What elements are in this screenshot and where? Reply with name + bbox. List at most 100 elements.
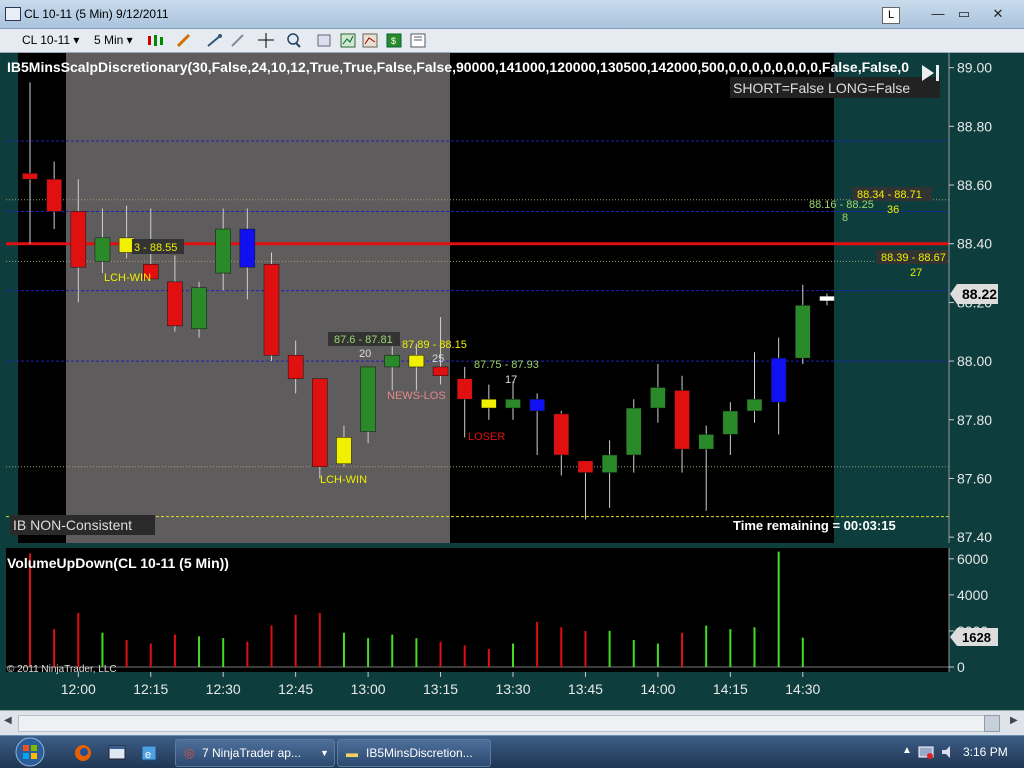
chart-app-icon [5,7,21,21]
candle-body [360,366,376,432]
instrument-selector[interactable]: CL 10-11 ▾ [22,32,79,49]
price-tick-label: 87.60 [957,470,992,486]
market-analyzer-icon[interactable]: $ [386,33,402,48]
crosshair-icon[interactable] [258,33,280,48]
tray-expand-icon[interactable]: ▲ [902,745,912,756]
price-tick-label: 88.00 [957,353,992,369]
chart-style-icon[interactable] [146,33,168,48]
taskbar-folder-button[interactable]: ▬ IB5MinsDiscretion... [337,739,491,767]
volume-tray-icon[interactable] [940,744,956,760]
zoom-icon[interactable] [286,33,302,48]
lock-button[interactable]: L [882,7,900,24]
trade-result-label: LOSER [468,431,505,443]
price-tick-label: 87.80 [957,412,992,428]
time-tick-label: 13:15 [423,681,458,697]
volume-indicator-label: VolumeUpDown(CL 10-11 (5 Min)) [7,555,229,571]
strategies-icon[interactable] [362,33,378,48]
drawing-tool-icon[interactable] [206,33,226,48]
annotation-count: 27 [910,267,922,279]
time-tick-label: 12:00 [61,681,96,697]
volume-tick-label: 0 [957,659,965,675]
ib-status-label: IB NON-Consistent [13,517,132,533]
time-remaining: Time remaining = 00:03:15 [733,518,896,533]
annotation-count: 25 [432,353,444,365]
annotation-count: 36 [887,204,899,216]
time-tick-label: 13:45 [568,681,603,697]
interval-selector[interactable]: 5 Min ▾ [94,32,133,49]
candle-body [408,354,425,368]
scroll-left-icon[interactable]: ◀ [4,715,12,726]
firefox-icon[interactable] [74,744,92,762]
session-shade-right [834,53,949,543]
ninjatrader-icon: ◎ [184,746,195,760]
trade-result-label: NEWS-LOS [387,390,446,402]
candle-body [456,378,473,400]
price-tick-label: 89.00 [957,60,992,76]
chevron-down-icon: ▼ [320,748,329,758]
copyright-label: © 2011 NinjaTrader, LLC [7,664,117,675]
draw-pencil-icon[interactable] [176,33,198,48]
time-tick-label: 12:45 [278,681,313,697]
candle-body [312,378,328,467]
scroll-thumb[interactable] [984,715,1000,732]
network-tray-icon[interactable] [918,744,934,760]
annotation-text: 87.75 - 87.93 [474,359,539,371]
volume-tick-label: 4000 [957,587,988,603]
maximize-button[interactable]: ▭ [950,4,978,24]
candle-body [287,354,304,379]
candle-body [795,305,811,359]
window-titlebar: CL 10-11 (5 Min) 9/12/2011 L — ▭ ✕ [0,0,1024,29]
price-tick-label: 88.40 [957,236,992,252]
price-tick-label: 87.40 [957,529,992,545]
candle-body [722,410,739,435]
minimize-button[interactable]: — [924,4,952,24]
taskbar-clock[interactable]: 3:16 PM [963,745,1008,759]
candle-body [770,357,787,403]
time-tick-label: 13:00 [351,681,386,697]
scroll-right-icon[interactable]: ▶ [1010,715,1018,726]
scroll-track[interactable] [18,715,1000,732]
candle-body [94,237,111,262]
data-box-icon[interactable] [410,33,426,48]
annotation-count: 17 [505,374,517,386]
candle-body [505,398,521,409]
time-axis-ticks: 12:00 12:15 12:30 12:45 13:00 13:15 13:30 13:45… [61,672,821,697]
candle-body [626,407,642,456]
chart-canvas[interactable]: 89.0088.8088.6088.4088.2088.0087.8087.60… [0,53,1024,710]
candle-body [336,437,352,465]
taskbar-button-label: 7 NinjaTrader ap... [202,746,301,760]
annotation-count: 8 [842,212,848,224]
candle-body [553,413,570,456]
start-button-icon[interactable] [14,737,46,767]
candle-body [167,281,183,327]
panel-splitter[interactable] [0,543,1024,548]
candle-body [70,211,87,268]
trade-result-label: LCH-WIN [104,272,151,284]
time-tick-label: 12:15 [133,681,168,697]
global-draw-icon[interactable] [230,33,246,48]
horizontal-scrollbar[interactable]: ◀ ▶ [0,710,1024,735]
volume-tag-value: 1628 [962,630,991,645]
indicators-icon[interactable] [340,33,356,48]
close-button[interactable]: ✕ [984,4,1012,24]
candle-body [22,173,38,180]
candle-body [650,387,666,409]
chart-area[interactable]: 89.0088.8088.6088.4088.2088.0087.8087.60… [0,53,1024,710]
taskbar-button-label: IB5MinsDiscretion... [366,746,473,760]
candle-body [601,454,618,473]
candle-body [481,398,497,409]
candle-body [698,434,714,450]
volume-axis-ticks: 6000400020000 [949,551,988,675]
candle-body [819,296,835,301]
candle-body [263,264,280,356]
taskbar-ninjatrader-button[interactable]: ◎ 7 NinjaTrader ap... ▼ [175,739,335,767]
candle-body [46,178,62,212]
candle-body [215,228,231,274]
desktop-window-icon[interactable] [108,744,126,762]
explorer-quicklaunch-icon[interactable]: e [140,744,158,762]
annotation-text: 88.16 - 88.25 [809,199,874,211]
window-title: CL 10-11 (5 Min) 9/12/2011 [24,7,169,21]
volume-tick-label: 6000 [957,551,988,567]
candle-body [577,460,594,473]
properties-icon[interactable] [316,33,332,48]
